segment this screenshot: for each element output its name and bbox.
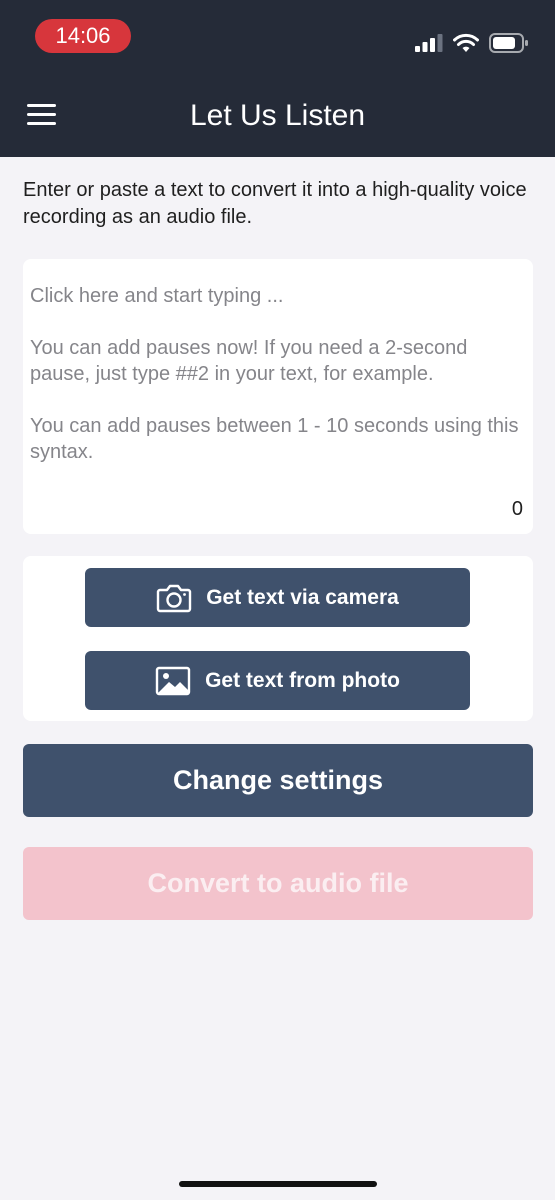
text-input[interactable] [30, 283, 526, 483]
photo-button-label: Get text from photo [205, 668, 400, 692]
camera-icon [156, 584, 192, 612]
get-text-via-camera-button[interactable]: Get text via camera [85, 568, 470, 627]
status-icons [415, 30, 529, 56]
camera-button-label: Get text via camera [206, 585, 399, 609]
home-indicator [179, 1181, 377, 1187]
app-header: 14:06 Let Us Listen [0, 0, 555, 157]
text-input-card: 0 [23, 259, 533, 534]
battery-icon [489, 33, 528, 53]
wifi-icon [453, 33, 479, 52]
change-settings-button[interactable]: Change settings [23, 744, 533, 817]
status-time: 14:06 [35, 19, 131, 53]
signal-icon [415, 34, 443, 52]
image-icon [155, 666, 191, 695]
page-title: Let Us Listen [189, 99, 366, 132]
convert-to-audio-button[interactable]: Convert to audio file [23, 847, 533, 920]
intro-text: Enter or paste a text to convert it into… [23, 179, 527, 228]
ocr-options-card: Get text via camera Get text from photo [23, 556, 533, 721]
character-count: 0 [511, 498, 523, 520]
get-text-from-photo-button[interactable]: Get text from photo [85, 651, 470, 710]
